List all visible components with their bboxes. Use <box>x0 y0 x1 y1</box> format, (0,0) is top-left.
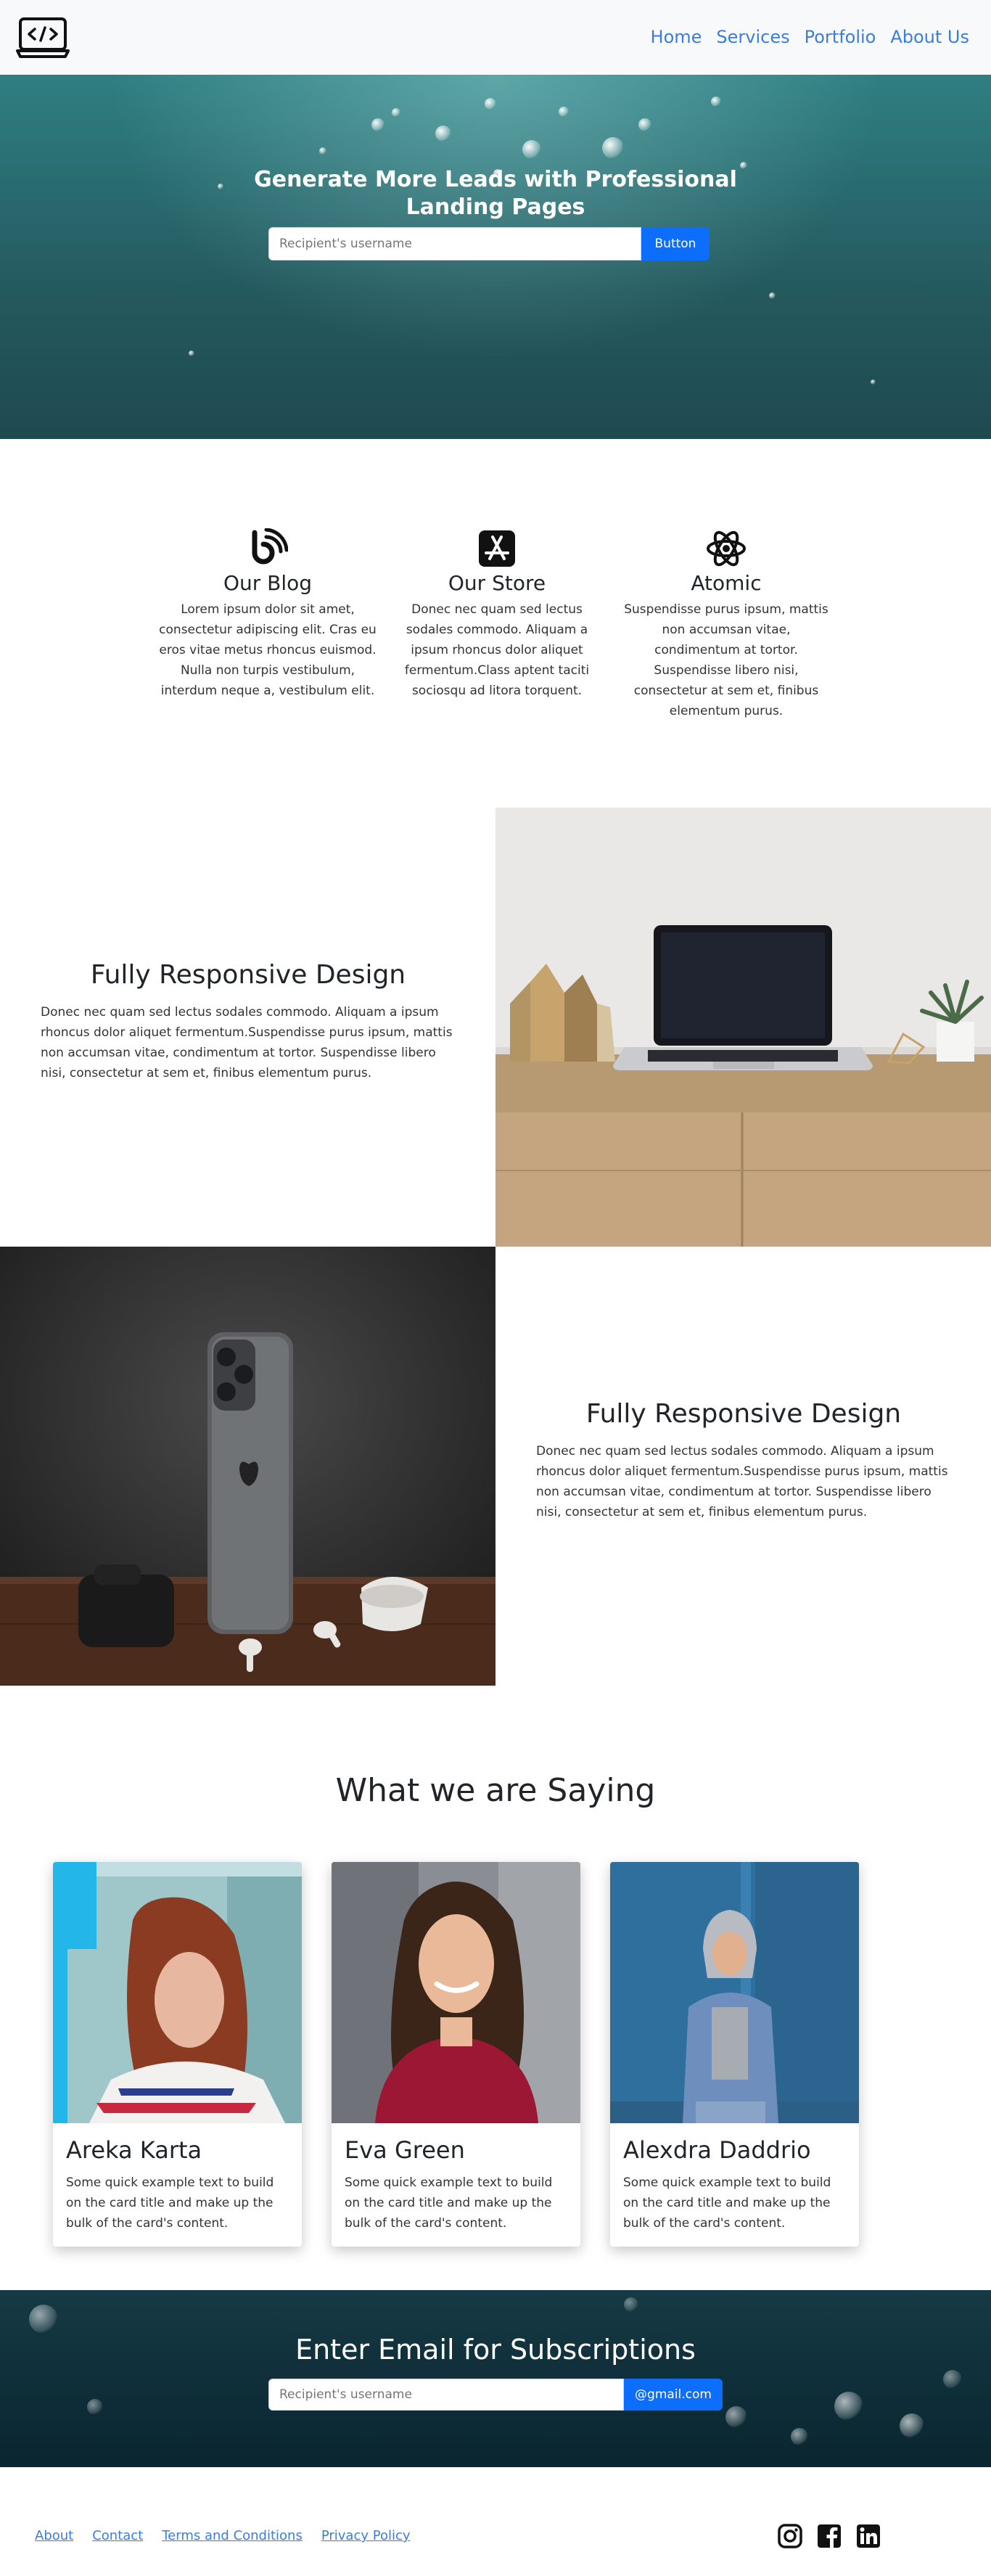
card-title: Eva Green <box>345 2136 465 2164</box>
testimonial-card: Eva Green Some quick example text to bui… <box>332 1862 580 2247</box>
water-bubble <box>871 380 876 385</box>
portrait-alexdra-illustration <box>610 1862 859 2123</box>
water-bubble <box>769 292 776 299</box>
hero-title-line1: Generate More Leads with Professional <box>254 167 737 192</box>
nav-links: Home Services Portfolio About Us <box>636 26 969 48</box>
hero-title: Generate More Leads with Professional La… <box>0 166 991 221</box>
water-bubble <box>711 97 721 107</box>
footer-link-contact[interactable]: Contact <box>92 2528 143 2543</box>
water-bubble <box>29 2305 58 2334</box>
split-section-laptop: Fully Responsive Design Donec nec quam s… <box>0 808 991 1247</box>
water-bubble <box>624 2297 638 2312</box>
feature-title: Our Store <box>448 571 546 595</box>
split-section-phone: Fully Responsive Design Donec nec quam s… <box>0 1247 991 1686</box>
nav-link-services[interactable]: Services <box>716 26 789 48</box>
water-bubble <box>602 137 624 159</box>
testimonial-card: Areka Karta Some quick example text to b… <box>53 1862 302 2247</box>
testimonials-title: What we are Saying <box>335 1772 656 1809</box>
split-title: Fully Responsive Design <box>585 1399 902 1429</box>
nav-link-about-us[interactable]: About Us <box>890 26 969 48</box>
water-bubble <box>485 98 496 110</box>
card-text: Some quick example text to build on the … <box>66 2175 274 2231</box>
card-title: Alexdra Daddrio <box>623 2136 811 2164</box>
laptop-code-logo-icon[interactable] <box>16 17 70 58</box>
feature-blog: Our Blog Lorem ipsum dolor sit amet, con… <box>153 528 382 717</box>
footer-link-terms[interactable]: Terms and Conditions <box>162 2528 303 2543</box>
water-bubble <box>435 126 451 141</box>
subscribe-section: Enter Email for Subscriptions @gmail.com <box>0 2290 991 2467</box>
feature-text: Suspendisse purus ipsum, mattis non accu… <box>624 602 828 718</box>
water-bubble <box>189 350 194 356</box>
feature-title: Atomic <box>691 571 762 595</box>
split-title: Fully Responsive Design <box>90 960 406 990</box>
blog-rss-icon <box>252 528 288 565</box>
footer: About Contact Terms and Conditions Priva… <box>0 2482 991 2576</box>
subscribe-title: Enter Email for Subscriptions <box>295 2334 696 2366</box>
footer-link-about[interactable]: About <box>35 2528 73 2543</box>
water-bubble <box>900 2413 924 2438</box>
footer-links: About Contact Terms and Conditions Priva… <box>35 2528 411 2543</box>
navbar: Home Services Portfolio About Us <box>0 0 991 75</box>
phone-table-illustration <box>0 1247 495 1686</box>
water-bubble <box>87 2399 103 2415</box>
feature-text: Donec nec quam sed lectus sodales commod… <box>404 602 590 698</box>
nav-link-home[interactable]: Home <box>651 26 702 48</box>
portrait-areka-illustration <box>53 1862 302 2123</box>
feature-title: Our Blog <box>223 571 313 595</box>
water-bubble <box>834 2392 863 2421</box>
water-bubble <box>522 140 541 159</box>
feature-store: Our Store Donec nec quam sed lectus soda… <box>382 528 612 717</box>
water-bubble <box>638 118 651 131</box>
hero-section: Generate More Leads with Professional La… <box>0 75 991 439</box>
card-title: Areka Karta <box>66 2136 202 2164</box>
water-bubble <box>943 2370 962 2389</box>
hero-form: Button <box>268 227 710 261</box>
water-bubble <box>725 2406 747 2428</box>
hero-title-line2: Landing Pages <box>406 194 585 220</box>
atom-icon <box>707 530 746 567</box>
split-text-block: Fully Responsive Design Donec nec quam s… <box>495 1247 991 1686</box>
footer-link-privacy[interactable]: Privacy Policy <box>321 2528 411 2543</box>
features-row: Our Blog Lorem ipsum dolor sit amet, con… <box>149 528 845 718</box>
subscribe-email-input[interactable] <box>268 2379 624 2411</box>
feature-text: Lorem ipsum dolor sit amet, consectetur … <box>159 602 377 698</box>
phone-airpods-photo <box>0 1247 495 1686</box>
split-body: Donec nec quam sed lectus sodales commod… <box>536 1444 948 1519</box>
hero-button[interactable]: Button <box>641 227 710 261</box>
linkedin-icon[interactable] <box>856 2524 881 2548</box>
laptop-desk-photo <box>495 808 991 1247</box>
app-store-icon <box>479 530 515 567</box>
water-bubble <box>559 107 569 117</box>
hero-username-input[interactable] <box>268 227 641 261</box>
split-text-block: Fully Responsive Design Donec nec quam s… <box>0 808 495 1247</box>
email-domain-addon: @gmail.com <box>624 2379 723 2411</box>
water-bubble <box>392 108 400 117</box>
avatar <box>53 1862 302 2123</box>
card-text: Some quick example text to build on the … <box>345 2175 553 2231</box>
nav-link-portfolio[interactable]: Portfolio <box>805 26 876 48</box>
card-text: Some quick example text to build on the … <box>623 2175 831 2231</box>
laptop-desk-illustration <box>495 808 991 1247</box>
feature-atomic: Atomic Suspendisse purus ipsum, mattis n… <box>612 528 841 718</box>
water-bubble <box>371 118 385 131</box>
avatar <box>610 1862 859 2123</box>
avatar <box>332 1862 580 2123</box>
testimonial-card: Alexdra Daddrio Some quick example text … <box>610 1862 859 2247</box>
portrait-eva-illustration <box>332 1862 580 2123</box>
split-body: Donec nec quam sed lectus sodales commod… <box>41 1005 453 1080</box>
water-bubble <box>319 147 326 155</box>
social-links <box>778 2524 881 2548</box>
instagram-icon[interactable] <box>778 2524 802 2548</box>
water-bubble <box>791 2428 808 2445</box>
subscribe-form: @gmail.com <box>268 2379 723 2411</box>
facebook-icon[interactable] <box>817 2524 842 2548</box>
